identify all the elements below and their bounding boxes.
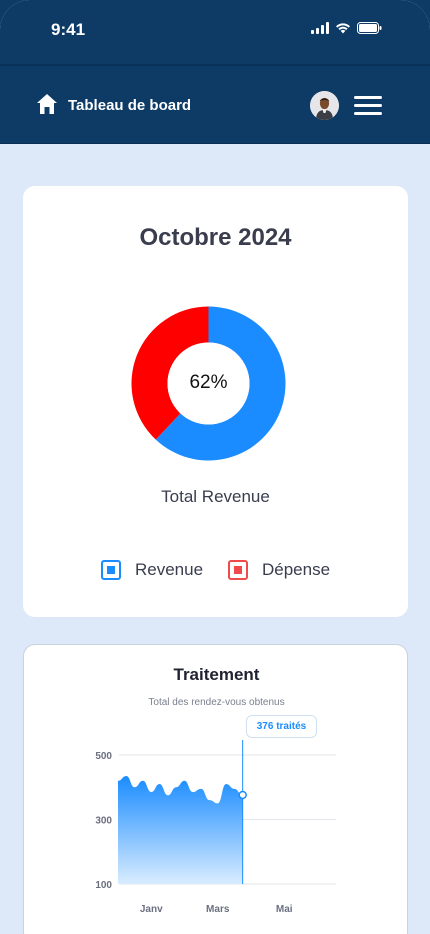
page-title: Tableau de board	[68, 97, 192, 114]
y-tick-label: 100	[95, 880, 112, 891]
area-series	[118, 775, 243, 884]
y-tick-label: 300	[95, 816, 112, 827]
card-title: Octobre 2024	[139, 224, 292, 251]
x-tick-label: Janv	[140, 904, 163, 915]
battery-icon	[357, 22, 382, 34]
legend-item-revenue[interactable]: Revenue	[101, 560, 203, 580]
wifi-icon	[336, 23, 350, 34]
y-tick-label: 500	[95, 751, 112, 762]
legend-label-depense: Dépense	[262, 560, 331, 579]
highlight-point[interactable]	[238, 790, 247, 800]
area-chart: 500 300 100 Janv Mars Mai	[95, 740, 336, 915]
chart-tooltip: 376 traités	[246, 715, 317, 738]
legend-item-depense[interactable]: Dépense	[228, 560, 330, 580]
donut-center-label: 62%	[189, 372, 228, 393]
x-tick-label: Mars	[206, 904, 230, 915]
donut-caption: Total Revenue	[161, 487, 270, 506]
legend-label-revenue: Revenue	[135, 560, 204, 579]
x-tick-label: Mai	[276, 904, 293, 915]
app-navbar: Tableau de board	[0, 64, 430, 144]
treatment-card: Traitement Total des rendez-vous obtenus…	[23, 644, 408, 934]
legend-swatch-depense	[228, 560, 248, 580]
status-icons	[311, 22, 382, 34]
revenue-summary-card: Octobre 2024 62% Total Revenue Revenue D…	[23, 186, 408, 617]
home-icon[interactable]	[36, 93, 58, 115]
signal-icon	[311, 22, 329, 34]
phone-screen: 9:41 Tableau de board Octobre 2024 62% T…	[0, 0, 430, 934]
avatar[interactable]	[310, 91, 339, 120]
user-avatar-icon	[310, 91, 339, 120]
status-time: 9:41	[51, 20, 86, 39]
hamburger-menu-icon[interactable]	[354, 96, 382, 116]
status-bar: 9:41	[0, 0, 430, 64]
legend-swatch-revenue	[101, 560, 121, 580]
